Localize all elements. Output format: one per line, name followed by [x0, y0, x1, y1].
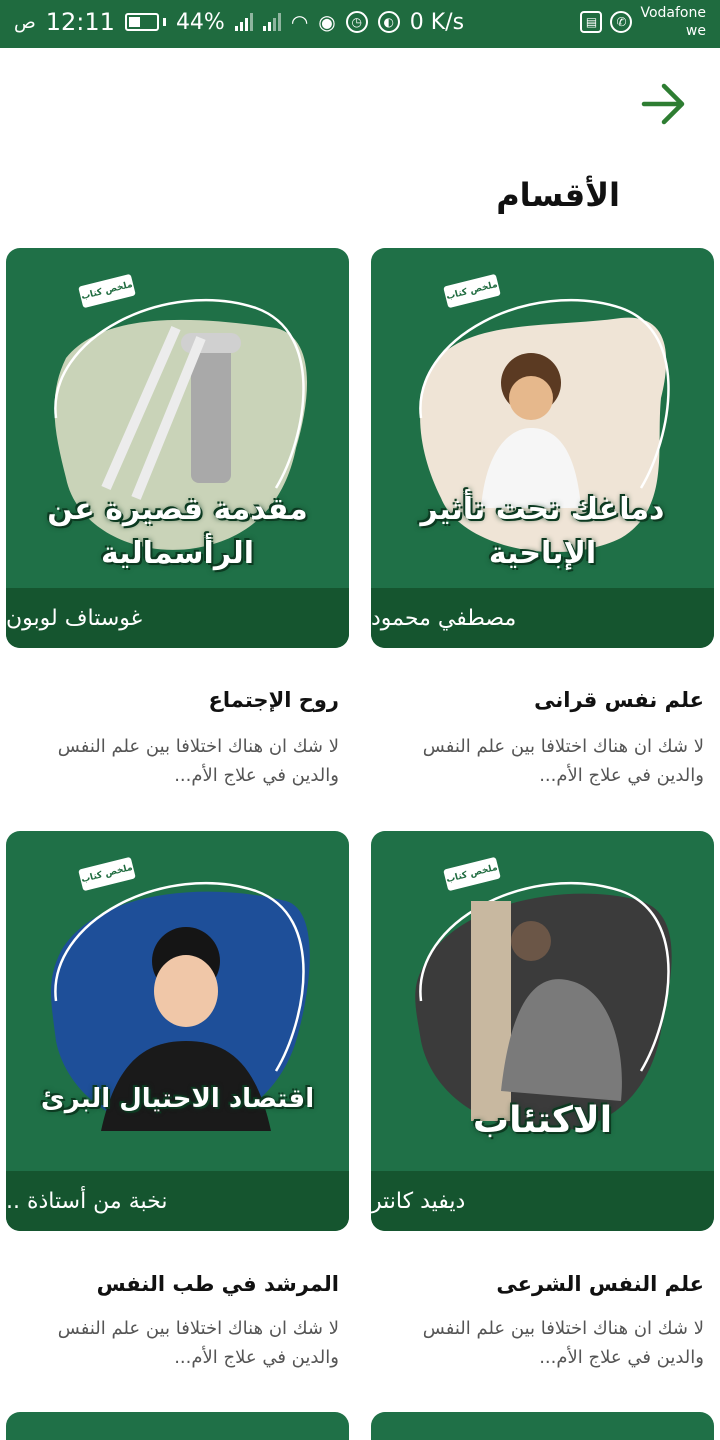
carrier-sub: we — [685, 23, 706, 39]
book-author: ديفيد كانتر — [371, 1171, 714, 1231]
book-cover-headline: دماغك تحت تأثير الإباحية — [420, 492, 665, 571]
book-author: مصطفي محمود — [371, 588, 714, 648]
book-cover-headline: اقتصاد الاحتيال البرئ — [40, 1084, 315, 1114]
battery-icon — [124, 13, 166, 31]
carrier-name: Vodafone — [640, 5, 706, 21]
status-left: ص 12:11 44% ◠ ◉ ◷ ◐ 0 K/s — [14, 8, 464, 36]
status-right: ▤ ✆ Vodafone we — [580, 4, 706, 40]
book-cover-headline: الاكتئاب — [472, 1100, 613, 1141]
status-ampm: ص — [14, 11, 36, 33]
book-cover-headline: مقدمة قصيرة عن الرأسمالية — [47, 492, 308, 571]
book-description: لا شك ان هناك اختلافا بين علم النفس والد… — [422, 736, 704, 786]
wifi-icon: ◠ — [290, 10, 309, 34]
book-description: لا شك ان هناك اختلافا بين علم النفس والد… — [57, 736, 339, 786]
eye-icon: ◉ — [318, 10, 336, 34]
signal-icon-2 — [262, 13, 281, 31]
battery-percent: 44% — [175, 9, 225, 35]
alarm-icon: ◷ — [345, 11, 368, 33]
book-description: لا شك ان هناك اختلافا بين علم النفس والد… — [57, 1318, 339, 1368]
book-card[interactable]: ملخص كتاب مقدمة قصيرة عن الرأسمالية غوست… — [6, 248, 349, 648]
book-author: نخبة من أستاذة .. — [6, 1171, 349, 1231]
data-saver-icon: ◐ — [377, 11, 400, 33]
book-author: غوستاف لوبون — [6, 588, 349, 648]
sim-icon: ▤ — [580, 11, 603, 33]
book-card[interactable]: ملخص كتاب اقتصاد الاحتيال البرئ نخبة من … — [6, 831, 349, 1231]
book-title[interactable]: علم النفس الشرعى — [361, 1272, 704, 1296]
book-card[interactable]: ملخص كتاب دماغك تحت تأثير الإباحية مصطفي… — [371, 248, 714, 648]
book-card-partial[interactable] — [371, 1412, 714, 1440]
book-description: لا شك ان هناك اختلافا بين علم النفس والد… — [422, 1318, 704, 1368]
back-button[interactable] — [638, 80, 690, 128]
page-title: الأقسام — [496, 176, 620, 214]
status-bar: ص 12:11 44% ◠ ◉ ◷ ◐ 0 K/s ▤ ✆ Vodafone w… — [0, 0, 720, 48]
carrier: Vodafone we — [640, 4, 706, 40]
book-card-partial[interactable] — [6, 1412, 349, 1440]
book-title[interactable]: روح الإجتماع — [0, 688, 339, 712]
book-card[interactable]: ملخص كتاب الاكتئاب ديفيد كانتر — [371, 831, 714, 1231]
arrow-right-icon — [641, 83, 685, 125]
status-time: 12:11 — [45, 8, 115, 36]
book-title[interactable]: علم نفس قرانى — [361, 688, 704, 712]
signal-icon — [234, 13, 253, 31]
whatsapp-icon: ✆ — [610, 11, 633, 33]
book-title[interactable]: المرشد في طب النفس — [0, 1272, 339, 1296]
network-speed: 0 K/s — [409, 9, 465, 35]
book-cover-illustration — [51, 881, 310, 1131]
